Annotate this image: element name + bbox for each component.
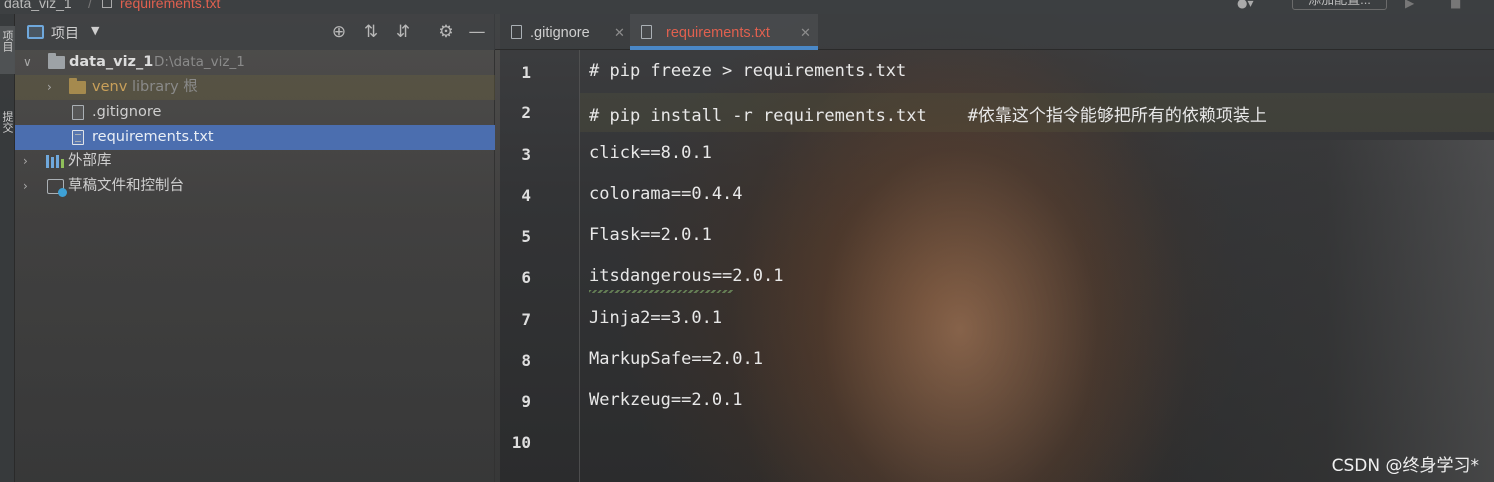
library-icon [46, 155, 64, 168]
code-line[interactable]: # pip install -r requirements.txt #依靠这个指… [589, 101, 1267, 126]
venv-library-hint: library 根 [132, 79, 198, 95]
chevron-right-icon[interactable]: › [23, 149, 28, 174]
scratches-icon [47, 179, 67, 197]
root-folder-name: data_viz_1 [69, 54, 154, 70]
line-number: 10 [511, 433, 531, 452]
text-file-icon [641, 25, 652, 39]
editor-tab-bar: .gitignore ✕ requirements.txt ✕ [495, 14, 1494, 50]
venv-folder-name: venv [92, 79, 128, 95]
tree-item-external-libraries[interactable]: › 外部库 [15, 149, 495, 174]
gitignore-file-name: .gitignore [92, 104, 162, 120]
gitignore-file-icon [72, 105, 84, 120]
text-file-icon [72, 130, 84, 145]
line-number: 6 [521, 268, 531, 287]
chevron-down-icon[interactable]: ∨ [23, 50, 32, 75]
code-line[interactable]: colorama==0.4.4 [589, 184, 743, 204]
code-line[interactable]: Werkzeug==2.0.1 [589, 390, 743, 410]
line-number: 5 [521, 227, 531, 246]
tree-item-venv[interactable]: › venv library 根 [15, 75, 495, 100]
line-number: 1 [521, 63, 531, 82]
folder-icon [48, 53, 65, 69]
close-icon[interactable]: ✕ [800, 14, 811, 52]
user-icon[interactable]: ●▾ [1237, 0, 1254, 9]
project-view-icon [27, 25, 44, 39]
commit-tool-tab[interactable]: 提交 [0, 109, 15, 149]
root-folder-path: D:\data_viz_1 [154, 54, 245, 70]
external-libraries-label: 外部库 [68, 153, 112, 169]
tab-gitignore[interactable]: .gitignore ✕ [500, 14, 628, 50]
code-line[interactable]: click==8.0.1 [589, 143, 712, 163]
project-panel-title[interactable]: 项目 [51, 23, 79, 43]
gitignore-file-icon [511, 25, 522, 39]
stop-icon[interactable]: ■ [1450, 0, 1461, 9]
tool-window-strip: 项目 提交 [0, 14, 15, 482]
line-number: 2 [521, 103, 531, 122]
project-panel-header: 项目 ▼ ⊕ ⇅ ⇵ ⚙ — [15, 14, 495, 50]
line-number: 8 [521, 351, 531, 370]
gear-icon[interactable]: ⚙ [435, 21, 457, 43]
project-tool-tab[interactable]: 项目 [0, 26, 15, 74]
expand-all-icon[interactable]: ⇅ [360, 21, 382, 43]
code-line[interactable]: itsdangerous==2.0.1 [589, 266, 783, 286]
add-configuration-button[interactable]: 添加配置... [1292, 0, 1387, 10]
spellcheck-underline [589, 290, 733, 293]
tree-item-gitignore[interactable]: .gitignore [15, 100, 495, 125]
background-overlay-right [1074, 140, 1494, 482]
run-icon[interactable]: ▶ [1405, 0, 1414, 9]
tree-root[interactable]: ∨ data_viz_1 D:\data_viz_1 [15, 50, 495, 75]
breadcrumb-project[interactable]: data_viz_1 [4, 0, 72, 10]
project-panel: 项目 ▼ ⊕ ⇅ ⇵ ⚙ — ∨ data_viz_1 D:\data_viz_… [15, 14, 495, 482]
tree-item-requirements[interactable]: requirements.txt [15, 125, 495, 150]
tab-label: .gitignore [530, 25, 590, 41]
code-line[interactable]: Jinja2==3.0.1 [589, 308, 722, 328]
code-line[interactable]: Flask==2.0.1 [589, 225, 712, 245]
file-icon [102, 0, 112, 8]
locate-icon[interactable]: ⊕ [328, 21, 350, 43]
scratches-label: 草稿文件和控制台 [68, 178, 184, 194]
breadcrumb-separator: / [88, 0, 92, 11]
line-number: 4 [521, 186, 531, 205]
requirements-file-name: requirements.txt [92, 129, 214, 145]
navigation-bar: data_viz_1 / requirements.txt ●▾ 添加配置...… [0, 0, 1494, 14]
folder-icon [69, 78, 86, 94]
collapse-all-icon[interactable]: ⇵ [392, 21, 414, 43]
tab-requirements[interactable]: requirements.txt ✕ [630, 14, 818, 50]
line-number: 7 [521, 310, 531, 329]
hide-icon[interactable]: — [466, 21, 488, 43]
line-number: 9 [521, 392, 531, 411]
tree-item-scratches[interactable]: › 草稿文件和控制台 [15, 174, 495, 199]
close-icon[interactable]: ✕ [614, 14, 625, 52]
tab-label: requirements.txt [666, 25, 770, 41]
chevron-down-icon[interactable]: ▼ [91, 24, 99, 37]
code-line[interactable]: MarkupSafe==2.0.1 [589, 349, 763, 369]
code-line[interactable]: # pip freeze > requirements.txt [589, 61, 906, 81]
line-number-gutter: 1 2 3 4 5 6 7 8 9 10 [495, 50, 580, 482]
chevron-right-icon[interactable]: › [47, 75, 52, 100]
breadcrumb-file[interactable]: requirements.txt [120, 0, 220, 10]
watermark: CSDN @终身学习* [1331, 456, 1479, 476]
chevron-right-icon[interactable]: › [23, 174, 28, 199]
line-number: 3 [521, 145, 531, 164]
